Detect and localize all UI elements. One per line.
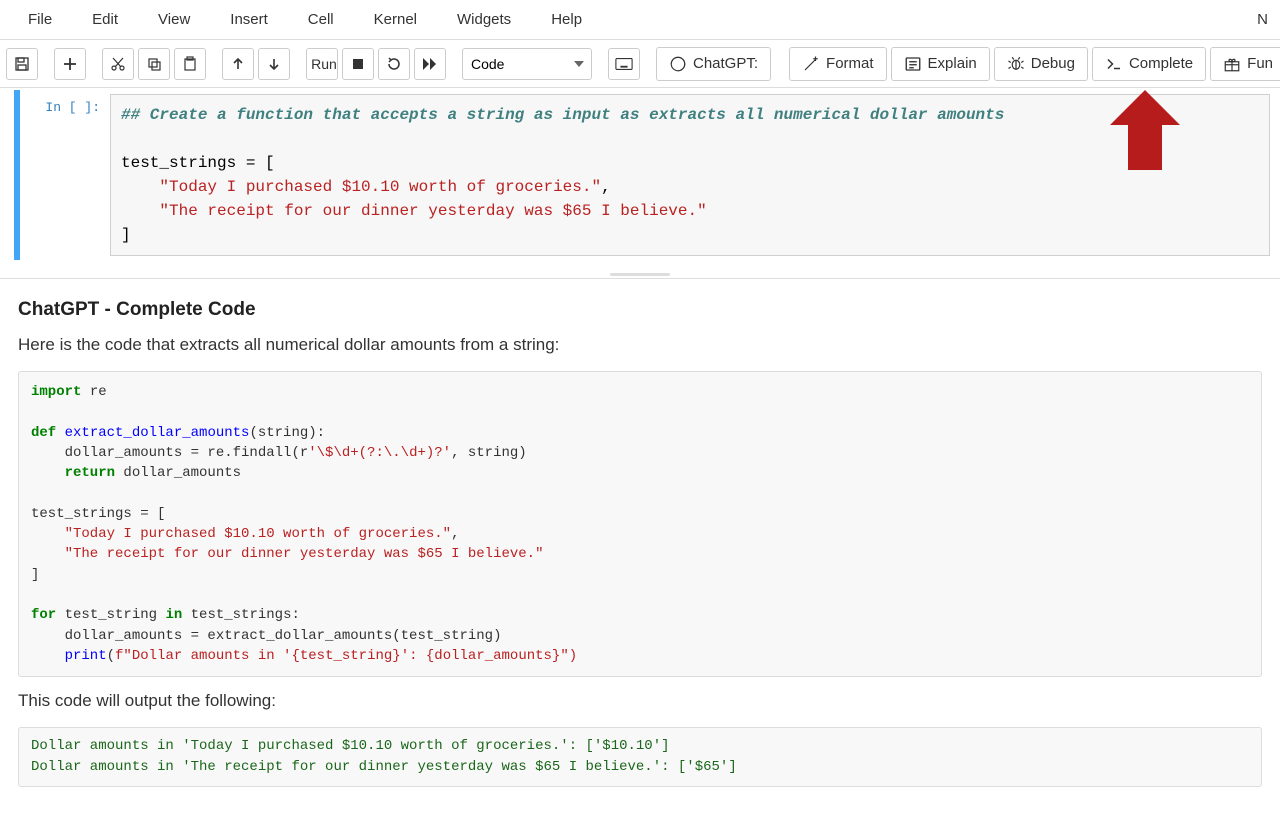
run-label: Run	[311, 56, 337, 72]
run-button[interactable]: Run	[306, 48, 338, 80]
resize-handle[interactable]	[0, 270, 1280, 278]
notebook-cell-area: In [ ]: ## Create a function that accept…	[0, 88, 1280, 279]
list-icon	[904, 55, 922, 73]
output-section: ChatGPT - Complete Code Here is the code…	[0, 299, 1280, 817]
paste-icon	[182, 56, 198, 72]
keyboard-icon	[615, 57, 633, 71]
output-outro: This code will output the following:	[18, 691, 1262, 711]
copy-button[interactable]	[138, 48, 170, 80]
menu-kernel[interactable]: Kernel	[354, 3, 437, 36]
plus-icon	[63, 57, 77, 71]
result-block: Dollar amounts in 'Today I purchased $10…	[18, 727, 1262, 787]
kernel-indicator: N	[1257, 11, 1272, 28]
restart-icon	[386, 56, 402, 72]
gift-icon	[1223, 55, 1241, 73]
complete-label: Complete	[1129, 55, 1193, 72]
copy-icon	[146, 56, 162, 72]
toolbar: Run Code ChatGPT: Format Explain Debug C…	[0, 40, 1280, 88]
stop-button[interactable]	[342, 48, 374, 80]
move-up-button[interactable]	[222, 48, 254, 80]
add-cell-button[interactable]	[54, 48, 86, 80]
command-palette-button[interactable]	[608, 48, 640, 80]
code-input[interactable]: ## Create a function that accepts a stri…	[110, 94, 1270, 256]
fun-button[interactable]: Fun	[1210, 47, 1280, 81]
bug-icon	[1007, 55, 1025, 73]
menu-view[interactable]: View	[138, 3, 210, 36]
explain-label: Explain	[928, 55, 977, 72]
save-button[interactable]	[6, 48, 38, 80]
move-down-button[interactable]	[258, 48, 290, 80]
celltype-select[interactable]: Code	[462, 48, 592, 80]
fun-label: Fun	[1247, 55, 1273, 72]
generated-code-block: import re def extract_dollar_amounts(str…	[18, 371, 1262, 677]
menu-cell[interactable]: Cell	[288, 3, 354, 36]
menu-widgets[interactable]: Widgets	[437, 3, 531, 36]
stop-icon	[352, 58, 364, 70]
output-heading: ChatGPT - Complete Code	[18, 299, 1262, 321]
fast-forward-icon	[422, 57, 438, 71]
cut-icon	[110, 56, 126, 72]
paste-button[interactable]	[174, 48, 206, 80]
save-icon	[14, 56, 30, 72]
chatgpt-icon	[669, 55, 687, 73]
arrow-up-icon	[231, 57, 245, 71]
menu-edit[interactable]: Edit	[72, 3, 138, 36]
debug-button[interactable]: Debug	[994, 47, 1088, 81]
terminal-icon	[1105, 55, 1123, 73]
menubar: File Edit View Insert Cell Kernel Widget…	[0, 0, 1280, 40]
restart-button[interactable]	[378, 48, 410, 80]
menu-file[interactable]: File	[8, 3, 72, 36]
format-label: Format	[826, 55, 874, 72]
cell-prompt: In [ ]:	[20, 94, 110, 256]
arrow-down-icon	[267, 57, 281, 71]
cut-button[interactable]	[102, 48, 134, 80]
menu-insert[interactable]: Insert	[210, 3, 288, 36]
restart-run-all-button[interactable]	[414, 48, 446, 80]
menu-help[interactable]: Help	[531, 3, 602, 36]
code-cell[interactable]: In [ ]: ## Create a function that accept…	[14, 90, 1280, 260]
explain-button[interactable]: Explain	[891, 47, 990, 81]
complete-button[interactable]: Complete	[1092, 47, 1206, 81]
wand-icon	[802, 55, 820, 73]
debug-label: Debug	[1031, 55, 1075, 72]
format-button[interactable]: Format	[789, 47, 887, 81]
output-intro: Here is the code that extracts all numer…	[18, 335, 1262, 355]
chatgpt-label: ChatGPT:	[693, 55, 758, 72]
chatgpt-button[interactable]: ChatGPT:	[656, 47, 771, 81]
